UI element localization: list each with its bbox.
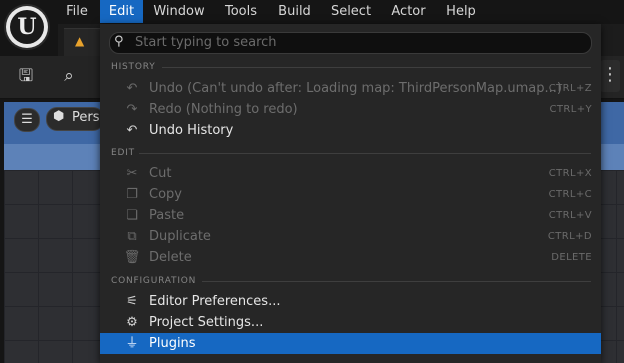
menu-item-label: Editor Preferences... bbox=[149, 294, 281, 309]
menu-item-label: Delete bbox=[149, 250, 192, 265]
menu-build[interactable]: Build bbox=[272, 0, 317, 23]
section-configuration-label: CONFIGURATION bbox=[111, 276, 197, 286]
section-history-label: HISTORY bbox=[111, 62, 156, 72]
menu-item-delete[interactable]: 🗑 Delete DELETE bbox=[100, 247, 601, 268]
undo-icon: ↶ bbox=[126, 81, 138, 96]
menu-tools[interactable]: Tools bbox=[219, 0, 263, 23]
menu-item-project-settings[interactable]: ⚙ Project Settings... bbox=[100, 312, 601, 333]
menu-file[interactable]: File bbox=[61, 0, 93, 23]
sliders-icon: ⚟ bbox=[126, 294, 138, 309]
unreal-logo-icon[interactable]: U bbox=[6, 6, 48, 48]
perspective-cube-icon: ⬢ bbox=[53, 109, 65, 124]
section-divider bbox=[202, 281, 591, 282]
more-options-icon[interactable]: ⋮ bbox=[600, 60, 620, 92]
shortcut-label: DELETE bbox=[551, 252, 592, 263]
menu-item-label: Undo (Can't undo after: Loading map: Thi… bbox=[149, 81, 562, 96]
menu-item-undo[interactable]: ↶ Undo (Can't undo after: Loading map: T… bbox=[100, 78, 601, 99]
menu-item-redo[interactable]: ↷ Redo (Nothing to redo) CTRL+Y bbox=[100, 99, 601, 120]
section-edit-label: EDIT bbox=[111, 148, 135, 158]
redo-icon: ↷ bbox=[126, 102, 138, 117]
menu-item-label: Plugins bbox=[149, 336, 196, 351]
menu-select[interactable]: Select bbox=[327, 0, 375, 23]
menu-item-paste[interactable]: ❏ Paste CTRL+V bbox=[100, 205, 601, 226]
menu-item-label: Undo History bbox=[149, 123, 234, 138]
shortcut-label: CTRL+Y bbox=[549, 104, 592, 115]
shortcut-label: CTRL+V bbox=[548, 210, 592, 221]
copy-icon: ❐ bbox=[126, 187, 138, 202]
menu-edit[interactable]: Edit bbox=[100, 0, 143, 23]
menu-help[interactable]: Help bbox=[441, 0, 481, 23]
menu-search-placeholder: Start typing to search bbox=[135, 35, 277, 50]
menu-item-label: Copy bbox=[149, 187, 182, 202]
shortcut-label: CTRL+D bbox=[547, 231, 592, 242]
menu-window[interactable]: Window bbox=[150, 0, 208, 23]
search-icon: ⚲ bbox=[114, 34, 124, 49]
paste-icon: ❏ bbox=[126, 208, 138, 223]
gears-icon: ⚙ bbox=[126, 315, 138, 330]
menu-item-label: Redo (Nothing to redo) bbox=[149, 102, 298, 117]
menu-actor[interactable]: Actor bbox=[386, 0, 431, 23]
menu-item-label: Project Settings... bbox=[149, 315, 264, 330]
viewport-menu-icon[interactable]: ☰ bbox=[14, 108, 40, 132]
menu-item-duplicate[interactable]: ⧉ Duplicate CTRL+D bbox=[100, 226, 601, 247]
menu-item-copy[interactable]: ❐ Copy CTRL+C bbox=[100, 184, 601, 205]
menu-item-label: Cut bbox=[149, 166, 172, 181]
browse-icon[interactable]: ⌕ bbox=[57, 64, 81, 88]
cut-icon: ✂ bbox=[126, 166, 138, 181]
level-warning-icon: ▲ bbox=[75, 34, 85, 48]
save-icon[interactable]: 🖫 bbox=[14, 64, 38, 88]
menu-item-cut[interactable]: ✂ Cut CTRL+X bbox=[100, 163, 601, 184]
menu-item-label: Duplicate bbox=[149, 229, 211, 244]
menu-item-undo-history[interactable]: ↶ Undo History bbox=[100, 120, 601, 141]
plug-icon: ⏚ bbox=[125, 336, 139, 351]
trash-icon: 🗑 bbox=[123, 250, 141, 265]
perspective-label: Pers bbox=[72, 110, 100, 125]
section-divider bbox=[162, 67, 591, 68]
shortcut-label: CTRL+C bbox=[548, 189, 592, 200]
logo-glyph: U bbox=[10, 10, 44, 44]
section-divider bbox=[139, 153, 591, 154]
shortcut-label: CTRL+Z bbox=[548, 83, 592, 94]
duplicate-icon: ⧉ bbox=[127, 229, 137, 244]
menu-item-plugins[interactable]: ⏚ Plugins bbox=[100, 333, 601, 354]
undo-history-icon: ↶ bbox=[126, 123, 138, 138]
menu-item-editor-preferences[interactable]: ⚟ Editor Preferences... bbox=[100, 291, 601, 312]
shortcut-label: CTRL+X bbox=[548, 168, 592, 179]
menu-item-label: Paste bbox=[149, 208, 185, 223]
